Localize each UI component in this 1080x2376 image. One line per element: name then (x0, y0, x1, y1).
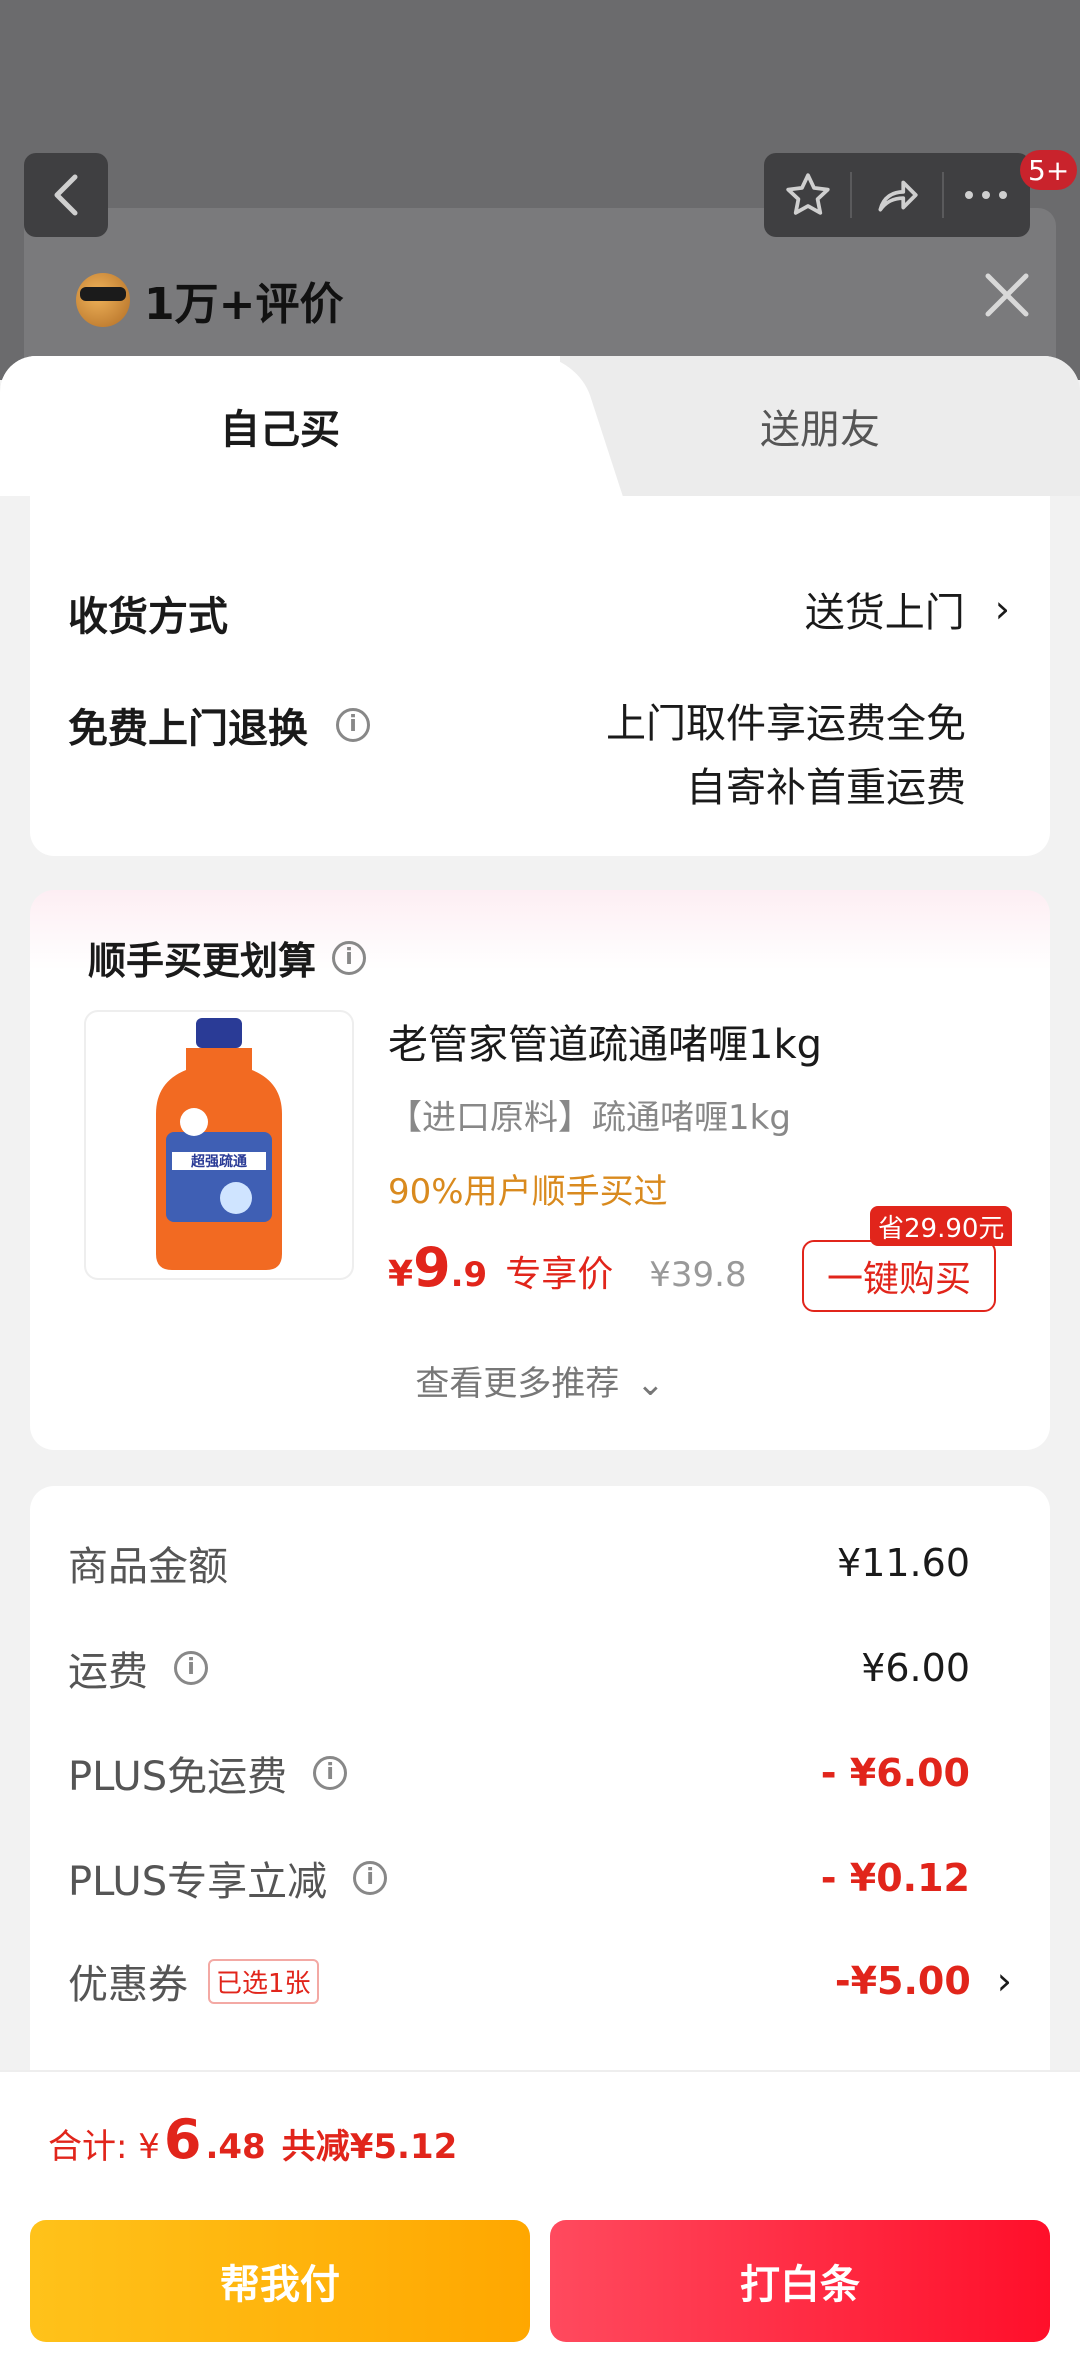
addon-title: 顺手买更划算 (88, 939, 317, 983)
addon-card: 顺手买更划算 i 超强疏通 老管家管道疏通啫喱1kg 【进口原料】疏通啫喱1kg… (30, 890, 1050, 1450)
chevron-right-icon: › (994, 587, 1010, 631)
one-click-buy-button[interactable]: 一键购买 (802, 1240, 996, 1312)
product-title[interactable]: 老管家管道疏通啫喱1kg (388, 1012, 822, 1070)
price-symbol: ¥ (388, 1254, 414, 1295)
divider (941, 172, 944, 218)
delivery-method-selector[interactable]: 送货上门 › (805, 580, 1010, 638)
social-proof: 90%用户顺手买过 (388, 1172, 668, 1212)
summary-value: ¥11.60 (837, 1541, 970, 1585)
chevron-right-icon: › (996, 1959, 1012, 2003)
back-button[interactable] (24, 153, 108, 237)
save-badge: 省29.90元 (870, 1206, 1013, 1246)
summary-row-goods: 商品金额 ¥11.60 (68, 1534, 970, 1592)
more-recommendations-link[interactable]: 查看更多推荐 ⌄ (30, 1356, 1050, 1405)
iou-pay-label: 打白条 (740, 2262, 860, 2308)
delivery-card: 收货方式 送货上门 › 免费上门退换 i 上门取件享运费全免 自寄补首重运费 (30, 496, 1050, 856)
divider (850, 172, 853, 218)
info-icon[interactable]: i (174, 1651, 208, 1685)
chevron-left-icon (54, 174, 78, 216)
tab-label: 自己买 (220, 407, 340, 453)
rating-summary: 1万+评价 (76, 268, 343, 332)
info-icon[interactable]: i (313, 1756, 348, 1790)
total-amount: 合计: ¥ 6 .48 共减¥5.12 (48, 2108, 457, 2171)
info-icon[interactable]: i (353, 1861, 388, 1895)
summary-value: ¥6.00 (861, 1646, 970, 1690)
summary-row-shipping: 运费 i ¥6.00 (68, 1639, 970, 1697)
notification-badge: 5+ (1020, 150, 1078, 190)
more-recommendations-label: 查看更多推荐 (415, 1364, 620, 1404)
tab-buy-self[interactable]: 自己买 (0, 356, 560, 496)
top-actions (764, 153, 1030, 237)
info-icon[interactable]: i (332, 940, 367, 975)
product-price: ¥ 9 .9 专享价 ¥39.8 (388, 1236, 747, 1299)
sunglasses-emoji-icon (76, 273, 130, 327)
iou-pay-button[interactable]: 打白条 (550, 2220, 1050, 2342)
summary-label: 优惠券 (68, 1962, 188, 2008)
price-integer: 9 (413, 1236, 451, 1299)
summary-value: -¥5.00 (834, 1959, 971, 2003)
free-return-desc: 上门取件享运费全免 自寄补首重运费 (606, 692, 966, 820)
original-price: ¥39.8 (649, 1255, 747, 1295)
summary-value: - ¥6.00 (820, 1751, 970, 1795)
one-click-buy-label: 一键购买 (826, 1259, 971, 1300)
return-line-2: 自寄补首重运费 (686, 765, 966, 811)
total-decimal: .48 (205, 2127, 266, 2167)
summary-row-plus-discount: PLUS专享立减 i - ¥0.12 (68, 1849, 970, 1907)
coupon-tag: 已选1张 (208, 1958, 319, 2004)
tab-label: 送朋友 (760, 407, 880, 453)
price-decimal: .9 (450, 1255, 488, 1295)
help-pay-label: 帮我付 (220, 2262, 340, 2308)
summary-row-coupon[interactable]: 优惠券 已选1张 -¥5.00 › (68, 1952, 1012, 2010)
free-return-row: 免费上门退换 i (68, 696, 370, 754)
summary-label: PLUS免运费 (68, 1754, 288, 1800)
product-image[interactable]: 超强疏通 (84, 1010, 354, 1280)
rating-count: 1万+评价 (144, 279, 344, 330)
summary-label: 商品金额 (68, 1544, 228, 1590)
product-bottle-image: 超强疏通 (156, 1018, 282, 1270)
summary-row-plus-free-shipping: PLUS免运费 i - ¥6.00 (68, 1744, 970, 1802)
delivery-method-label: 收货方式 (68, 594, 228, 640)
close-icon[interactable] (982, 270, 1032, 320)
share-icon[interactable] (870, 170, 924, 220)
checkout-bar: 合计: ¥ 6 .48 共减¥5.12 帮我付 打白条 (0, 2070, 1080, 2376)
info-icon[interactable]: i (336, 708, 370, 742)
price-tag: 专享价 (505, 1254, 614, 1295)
free-return-label: 免费上门退换 (68, 706, 308, 752)
total-integer: 6 (163, 2108, 202, 2171)
more-icon[interactable] (961, 185, 1011, 205)
star-icon[interactable] (783, 170, 833, 220)
chevron-down-icon: ⌄ (636, 1364, 665, 1404)
svg-text:超强疏通: 超强疏通 (190, 1153, 247, 1170)
total-discount: 共减¥5.12 (281, 2127, 458, 2167)
product-subtitle: 【进口原料】疏通啫喱1kg (388, 1098, 791, 1138)
tab-bar: 自己买 送朋友 (0, 356, 1080, 496)
summary-value: - ¥0.12 (820, 1856, 970, 1900)
summary-label: 运费 (68, 1649, 148, 1695)
addon-header: 顺手买更划算 i (88, 930, 367, 985)
help-pay-button[interactable]: 帮我付 (30, 2220, 530, 2342)
order-summary-card: 商品金额 ¥11.60 运费 i ¥6.00 PLUS免运费 i - ¥6.00… (30, 1486, 1050, 2086)
tab-send-friend[interactable]: 送朋友 (600, 356, 1040, 496)
return-line-1: 上门取件享运费全免 (606, 701, 966, 747)
summary-label: PLUS专享立减 (68, 1859, 328, 1905)
total-label: 合计: ¥ (48, 2127, 160, 2167)
delivery-method-value: 送货上门 (804, 590, 965, 636)
